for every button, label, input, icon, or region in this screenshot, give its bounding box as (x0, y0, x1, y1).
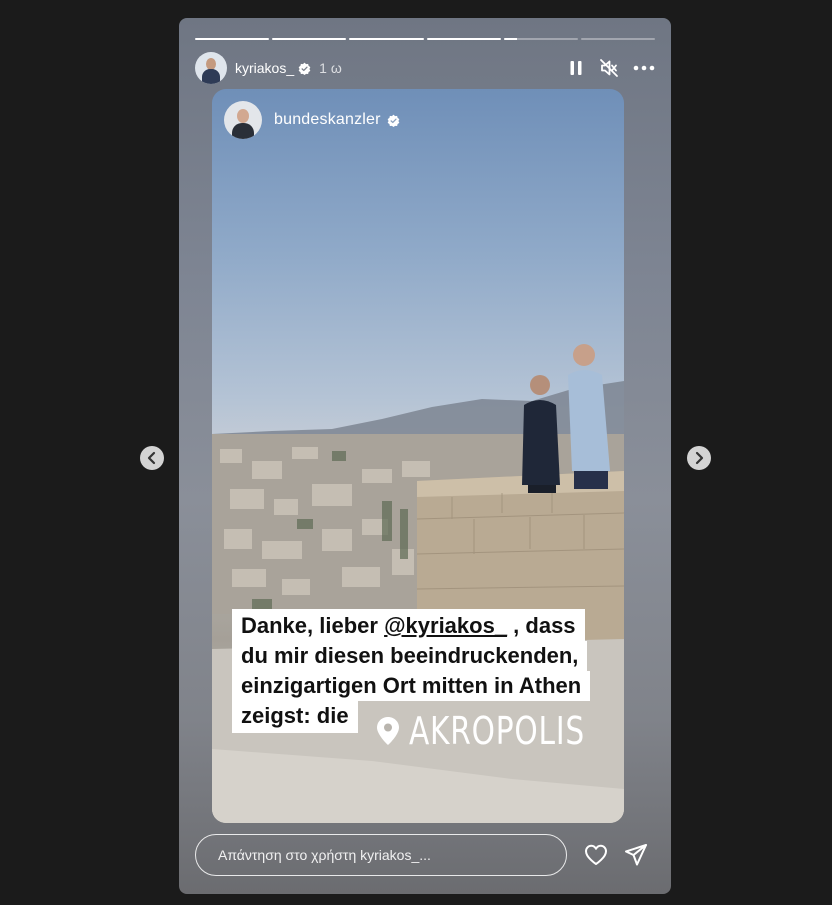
heart-icon[interactable] (583, 842, 609, 868)
reply-field[interactable] (195, 834, 567, 876)
mention-link[interactable]: @kyriakos_ (384, 613, 507, 638)
chevron-left-icon (147, 451, 156, 465)
caption-line: einzigartigen Ort mitten in Athen (232, 671, 591, 701)
progress-segment (272, 38, 347, 40)
speaker-muted-icon[interactable] (599, 58, 619, 78)
progress-segment (195, 38, 270, 40)
location-name: AKROPOLIS (409, 709, 585, 753)
chevron-right-icon (695, 451, 704, 465)
location-pin-icon (377, 717, 399, 745)
verified-badge-icon (298, 62, 311, 75)
story-header: kyriakos_ 1 ω (195, 52, 655, 84)
story-actions (583, 842, 649, 868)
post-time: 1 ω (319, 60, 342, 76)
location-sticker[interactable]: AKROPOLIS (375, 709, 624, 753)
story-viewer[interactable]: kyriakos_ 1 ω bundeskanzler Danke, liebe… (179, 18, 671, 894)
post-header: bundeskanzler (224, 101, 400, 139)
verified-badge-icon (387, 114, 400, 127)
shared-post[interactable]: bundeskanzler Danke, lieber @kyriakos_ ,… (212, 89, 624, 823)
progress-segment (349, 38, 424, 40)
next-story-button[interactable] (687, 446, 711, 470)
progress-segment (580, 38, 656, 40)
more-options-icon[interactable] (633, 58, 655, 78)
caption-line: du mir diesen beeindruckenden, (232, 641, 590, 671)
post-author-avatar[interactable] (224, 101, 262, 139)
post-author-username[interactable]: bundeskanzler (274, 111, 381, 129)
progress-segment (426, 38, 501, 40)
pause-icon[interactable] (567, 59, 585, 77)
story-progress-bar (195, 38, 656, 40)
author-username[interactable]: kyriakos_ (235, 60, 294, 76)
progress-segment (503, 38, 578, 40)
author-avatar[interactable] (195, 52, 227, 84)
reply-input[interactable] (216, 846, 550, 864)
send-icon[interactable] (623, 842, 649, 868)
previous-story-button[interactable] (140, 446, 164, 470)
caption-line: Danke, lieber @kyriakos_ , dass (232, 609, 590, 641)
